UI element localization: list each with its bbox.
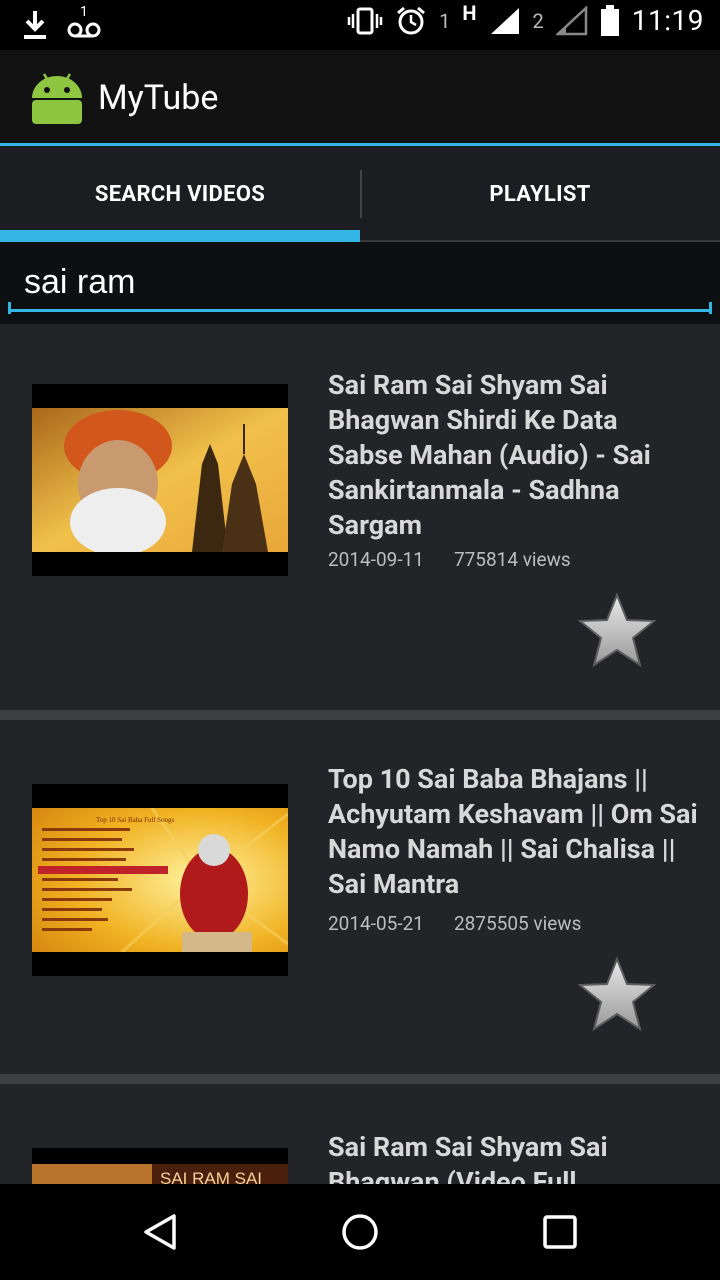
video-views: 2875505 views bbox=[453, 912, 582, 935]
sim2-label: 2 bbox=[532, 8, 544, 33]
thumbnail-image: SAI RAM SAI bbox=[32, 1148, 288, 1184]
video-meta: 2014-05-21 2875505 views bbox=[328, 912, 581, 935]
battery-icon bbox=[600, 4, 619, 36]
search-input[interactable] bbox=[8, 256, 712, 312]
thumbnail-image: Top 10 Sai Baba Full Songs bbox=[32, 784, 288, 976]
network-type: H bbox=[462, 0, 477, 25]
tab-search-videos[interactable]: SEARCH VIDEOS bbox=[0, 146, 360, 242]
search-underline-left bbox=[8, 302, 11, 314]
back-icon[interactable] bbox=[140, 1212, 180, 1252]
voicemail-icon: 1 bbox=[66, 4, 102, 42]
star-icon[interactable] bbox=[578, 592, 656, 668]
android-icon bbox=[32, 73, 82, 124]
alarm-icon bbox=[397, 6, 426, 34]
recents-icon[interactable] bbox=[540, 1212, 580, 1252]
star-icon[interactable] bbox=[578, 956, 656, 1032]
signal-icon bbox=[490, 7, 519, 34]
status-right-icons: 1 H 2 11:19 bbox=[347, 0, 704, 37]
video-list-item[interactable]: Sai Ram Sai Shyam Sai Bhagwan Shirdi Ke … bbox=[0, 324, 720, 710]
thumbnail-image bbox=[32, 384, 288, 576]
video-views: 775814 views bbox=[453, 548, 571, 571]
tab-playlist[interactable]: PLAYLIST bbox=[360, 146, 720, 242]
clock: 11:19 bbox=[631, 4, 704, 37]
navigation-bar bbox=[0, 1184, 720, 1280]
video-title[interactable]: Sai Ram Sai Shyam Sai Bhagwan (Video Ful… bbox=[328, 1130, 698, 1184]
video-list[interactable]: Sai Ram Sai Shyam Sai Bhagwan Shirdi Ke … bbox=[0, 324, 720, 1184]
search-underline-right bbox=[709, 302, 712, 314]
tab-selected-indicator bbox=[0, 230, 360, 242]
home-icon[interactable] bbox=[340, 1212, 380, 1252]
app-title: MyTube bbox=[98, 78, 219, 118]
video-date: 2014-09-11 bbox=[328, 548, 424, 571]
status-bar: 1 1 H 2 11:19 bbox=[0, 0, 720, 50]
download-icon bbox=[24, 11, 46, 39]
tab-bar: SEARCH VIDEOS PLAYLIST bbox=[0, 146, 720, 242]
sim1-label: 1 bbox=[439, 8, 451, 33]
video-thumbnail[interactable]: Top 10 Sai Baba Full Songs bbox=[32, 784, 288, 976]
video-title[interactable]: Sai Ram Sai Shyam Sai Bhagwan Shirdi Ke … bbox=[328, 368, 698, 543]
status-left-icons: 1 bbox=[22, 4, 102, 42]
list-separator bbox=[0, 710, 720, 720]
action-bar: MyTube bbox=[0, 50, 720, 144]
video-meta: 2014-09-11 775814 views bbox=[328, 548, 571, 571]
video-list-item[interactable]: SAI RAM SAI Sai Ram Sai Shyam Sai Bhagwa… bbox=[0, 1084, 720, 1184]
search-bar bbox=[0, 242, 720, 324]
video-list-item[interactable]: Top 10 Sai Baba Full Songs Top 10 Sai Ba… bbox=[0, 720, 720, 1074]
signal-icon-2 bbox=[555, 5, 588, 35]
video-thumbnail[interactable] bbox=[32, 384, 288, 576]
video-date: 2014-05-21 bbox=[328, 912, 424, 935]
thumbnail-heading: Top 10 Sai Baba Full Songs bbox=[96, 816, 175, 824]
video-title[interactable]: Top 10 Sai Baba Bhajans || Achyutam Kesh… bbox=[328, 762, 698, 902]
list-separator bbox=[0, 1074, 720, 1084]
vibrate-icon bbox=[347, 7, 383, 34]
thumbnail-text: SAI RAM SAI bbox=[160, 1169, 262, 1184]
video-thumbnail[interactable]: SAI RAM SAI bbox=[32, 1148, 288, 1184]
